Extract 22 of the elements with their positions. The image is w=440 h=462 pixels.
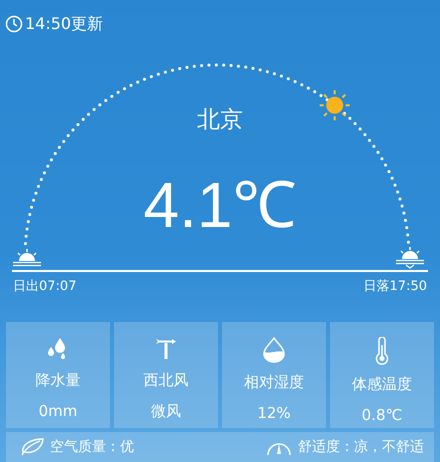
footer-text: 空气质量：优 bbox=[50, 438, 134, 456]
stat-label: 相对湿度 bbox=[244, 373, 304, 392]
sunrise-icon bbox=[13, 249, 41, 266]
leaf-icon bbox=[20, 438, 44, 456]
stat-value: 微风 bbox=[151, 402, 181, 421]
stat-value: 0mm bbox=[38, 402, 78, 420]
temperature: 4.1℃ bbox=[144, 173, 296, 237]
thermometer-icon bbox=[374, 337, 390, 365]
sunrise-time: 日出07:07 bbox=[13, 278, 76, 295]
wind-vane-icon bbox=[154, 337, 178, 361]
water-drop-icon bbox=[262, 337, 286, 363]
city-name: 北京 bbox=[197, 106, 243, 135]
sunset-time: 日落17:50 bbox=[364, 278, 427, 295]
stat-value: 12% bbox=[257, 404, 291, 422]
stat-value: 0.8℃ bbox=[362, 406, 402, 424]
footer-text: 舒适度：凉，不舒适 bbox=[298, 438, 424, 456]
stat-label: 西北风 bbox=[144, 371, 188, 390]
update-time: 14:50更新 bbox=[25, 14, 104, 34]
clock-icon bbox=[5, 15, 23, 33]
stat-label: 体感温度 bbox=[352, 375, 412, 394]
stat-label: 降水量 bbox=[36, 371, 80, 390]
sunset-icon bbox=[396, 247, 424, 269]
